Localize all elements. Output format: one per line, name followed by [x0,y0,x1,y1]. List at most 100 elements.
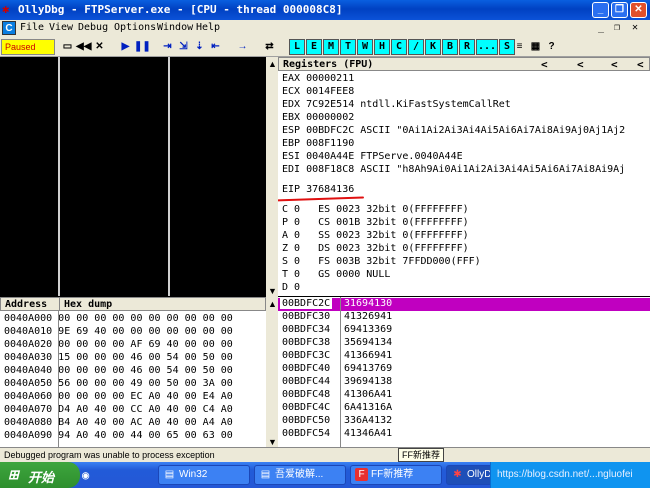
stack-row[interactable]: 00BDFC50 336A4132 [278,415,650,428]
flag-row[interactable]: A 0 SS 0023 32bit 0(FFFFFFFF) [282,230,469,241]
restart-icon[interactable]: ◀◀ [76,39,91,55]
menu-window[interactable]: Window [157,22,193,33]
flag-row[interactable]: S 0 FS 003B 32bit 7FFDD000(FFF) [282,256,481,267]
flag-row[interactable]: D 0 [282,282,300,293]
breakpoints-button[interactable]: B [442,39,458,55]
handles-button[interactable]: H [374,39,390,55]
start-button[interactable]: ⊞ 开始 [0,462,80,488]
flag-row[interactable]: C 0 ES 0023 32bit 0(FFFFFFFF) [282,204,469,215]
prev-view-icon[interactable]: < [611,58,618,71]
call-stack-button[interactable]: K [425,39,441,55]
windows-button[interactable]: W [357,39,373,55]
hexdump-row[interactable]: 0040A010 9E 69 40 00 00 00 00 00 00 00 [4,326,233,337]
prev-view-icon[interactable]: < [541,58,548,71]
flag-row[interactable]: Z 0 DS 0023 32bit 0(FFFFFFFF) [282,243,469,254]
modules-button[interactable]: E [306,39,322,55]
mdi-restore-button[interactable]: ❐ [614,22,620,33]
task-ff-recommend[interactable]: F FF新推荐 [350,465,442,485]
execute-till-return-icon[interactable]: → [235,39,250,55]
menu-view[interactable]: View [49,22,73,33]
stack-row[interactable]: 00BDFC48 41306A41 [278,389,650,402]
stack-pane[interactable]: 00BDFC2C 31694130 00BDFC30 41326941 00BDF… [278,297,650,447]
references-button[interactable]: R [459,39,475,55]
register-row[interactable]: ESP 00BDFC2C ASCII "0Ai1Ai2Ai3Ai4Ai5Ai6A… [282,125,625,136]
flag-row[interactable]: P 0 CS 001B 32bit 0(FFFFFFFF) [282,217,469,228]
log-window-button[interactable]: L [289,39,305,55]
maximize-button[interactable]: ❐ [611,2,628,18]
stack-row[interactable]: 00BDFC30 41326941 [278,311,650,324]
disassembly-pane[interactable] [0,57,266,296]
hexdump-row[interactable]: 0040A020 00 00 00 00 AF 69 40 00 00 00 [4,339,233,350]
memory-map-button[interactable]: M [323,39,339,55]
prev-view-icon[interactable]: < [637,58,644,71]
hexdump-row[interactable]: 0040A080 B4 A0 40 00 AC A0 40 00 A4 A0 [4,417,233,428]
scroll-down-icon[interactable]: ▼ [268,286,277,296]
hexdump-row[interactable]: 0040A090 94 A0 40 00 44 00 65 00 63 00 [4,430,233,441]
register-row[interactable]: EDX 7C92E514 ntdll.KiFastSystemCallRet [282,99,511,110]
close-button[interactable]: ✕ [630,2,647,18]
menu-help[interactable]: Help [196,22,220,33]
stack-row[interactable]: 00BDFC54 41346A41 [278,428,650,441]
patches-button[interactable]: / [408,39,424,55]
pane-splitter[interactable]: ▲ ▼ ▲ ▼ [266,57,278,447]
stack-row[interactable]: 00BDFC4C 6A41316A [278,402,650,415]
disasm-column [170,57,266,296]
prev-view-icon[interactable]: < [577,58,584,71]
stack-address: 00BDFC50 [282,415,331,426]
hexdump-row[interactable]: 0040A060 00 00 00 00 EC A0 40 00 E4 A0 [4,391,233,402]
scroll-down-icon[interactable]: ▼ [268,437,277,447]
stack-row[interactable]: 00BDFC3C 41366941 [278,350,650,363]
quick-launch-icon[interactable]: ◉ [82,468,89,482]
run-icon[interactable]: ▶ [118,39,133,55]
threads-button[interactable]: T [340,39,356,55]
trace-into-icon[interactable]: ⇣ [192,39,207,55]
menu-debug[interactable]: Debug [78,22,108,33]
task-win32[interactable]: ▤ Win32 [158,465,250,485]
list-icon[interactable]: ≡ [512,39,527,55]
eip-register-row[interactable]: EIP 37684136 [282,184,354,195]
register-row[interactable]: EDI 008F18C8 ASCII "h8Ah9Ai0Ai1Ai2Ai3Ai4… [282,164,625,175]
hexdump-pane[interactable]: 0040A000 00 00 00 00 00 00 00 00 00 00 0… [0,311,266,447]
bug-icon: ✱ [2,2,10,16]
minimize-button[interactable]: _ [592,2,609,18]
register-row[interactable]: ECX 0014FEE8 [282,86,354,97]
stack-row[interactable]: 00BDFC34 69413369 [278,324,650,337]
scroll-up-icon[interactable]: ▲ [268,299,277,309]
open-icon[interactable]: ▭ [60,39,75,55]
cpu-button[interactable]: C [391,39,407,55]
step-into-icon[interactable]: ⇥ [160,39,175,55]
close-program-icon[interactable]: ✕ [92,39,107,55]
task-52pojie[interactable]: ▤ 吾爱破解... [254,465,346,485]
goto-icon[interactable]: ⇄ [262,39,277,55]
pause-icon[interactable]: ❚❚ [134,39,151,55]
stack-row[interactable]: 00BDFC38 35694134 [278,337,650,350]
menu-options[interactable]: Options [114,22,156,33]
register-row[interactable]: EAX 00000211 [282,73,354,84]
hexdump-row[interactable]: 0040A000 00 00 00 00 00 00 00 00 00 00 [4,313,233,324]
system-tray: https://blog.csdn.net/...ngluofei [490,462,650,488]
trace-over-icon[interactable]: ⇤ [208,39,223,55]
mdi-close-button[interactable]: ✕ [632,22,638,33]
stack-row[interactable]: 00BDFC44 39694138 [278,376,650,389]
scroll-up-icon[interactable]: ▲ [268,59,277,69]
register-row[interactable]: EBP 008F1190 [282,138,354,149]
flag-row[interactable]: T 0 GS 0000 NULL [282,269,390,280]
help-icon[interactable]: ? [544,39,559,55]
register-row[interactable]: ESI 0040A44E FTPServe.0040A44E [282,151,463,162]
hexdump-column-header[interactable]: Hex dump [64,299,112,310]
address-column-header[interactable]: Address [5,299,47,310]
stack-row-selected[interactable]: 00BDFC2C 31694130 [278,298,650,311]
hexdump-row[interactable]: 0040A070 D4 A0 40 00 CC A0 40 00 C4 A0 [4,404,233,415]
step-over-icon[interactable]: ⇲ [176,39,191,55]
hexdump-row[interactable]: 0040A050 56 00 00 00 49 00 50 00 3A 00 [4,378,233,389]
register-row[interactable]: EBX 00000002 [282,112,354,123]
hexdump-row[interactable]: 0040A030 15 00 00 00 46 00 54 00 50 00 [4,352,233,363]
menu-file[interactable]: File [20,22,44,33]
grid-icon[interactable]: ▦ [528,39,543,55]
run-trace-button[interactable]: ... [476,39,498,55]
registers-pane[interactable]: EAX 00000211 ECX 0014FEE8 EDX 7C92E514 n… [278,71,650,296]
stack-row[interactable]: 00BDFC40 69413769 [278,363,650,376]
mdi-minimize-button[interactable]: _ [598,22,604,33]
hexdump-row[interactable]: 0040A040 00 00 00 00 46 00 54 00 50 00 [4,365,233,376]
task-ollydbg[interactable]: ✱OllyDbg [446,465,496,485]
